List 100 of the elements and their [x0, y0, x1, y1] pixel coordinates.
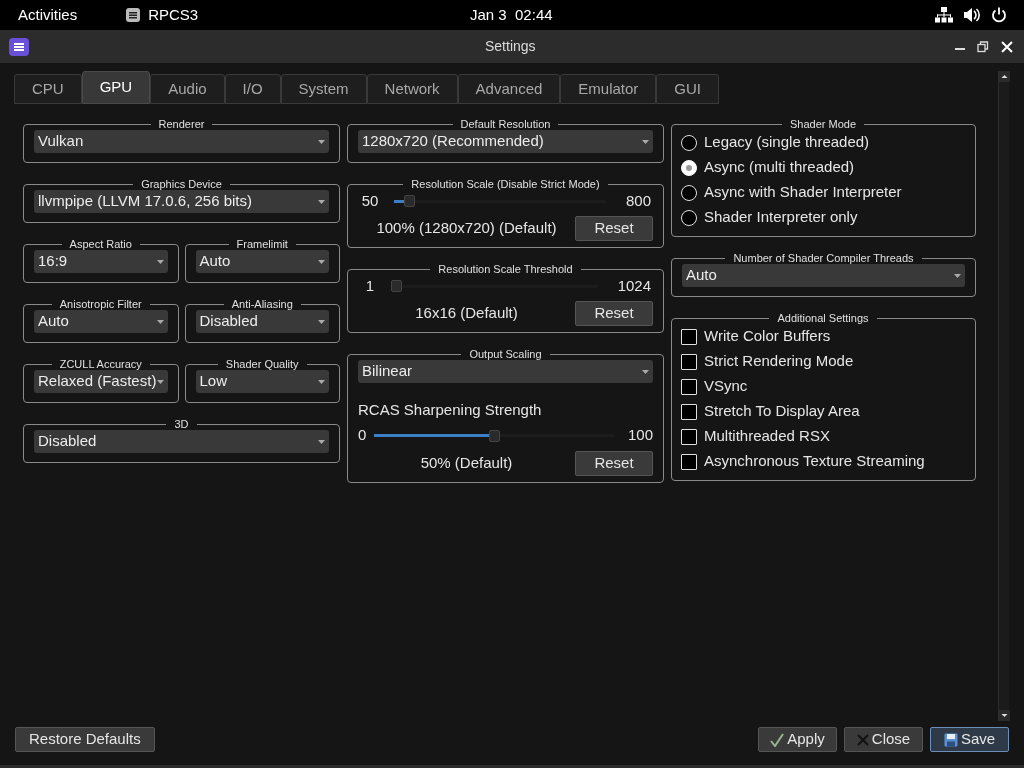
option-label[interactable]: Async with Shader Interpreter [704, 181, 902, 204]
checkbox[interactable] [681, 453, 697, 470]
group-title: Graphics Device [140, 178, 223, 190]
caret-icon [317, 378, 326, 385]
tab[interactable]: Advanced [457, 74, 561, 104]
apply-button[interactable]: Apply [758, 727, 837, 752]
dropdown[interactable]: 16:9 [34, 250, 168, 273]
option-label[interactable]: Stretch To Display Area [704, 400, 860, 423]
dropdown[interactable]: Auto [195, 250, 329, 273]
group-title: Framelimit [235, 238, 289, 250]
tab[interactable]: CPU [14, 74, 82, 104]
slider-label: RCAS Sharpening Strength [358, 400, 543, 420]
caret-icon [155, 258, 165, 265]
tab[interactable]: Network [366, 74, 458, 104]
close-icon [1001, 40, 1013, 53]
caret-icon [156, 378, 166, 385]
reset-button[interactable]: Reset [575, 301, 653, 326]
value-label: 50% (Default) [419, 452, 514, 473]
reset-button[interactable]: Reset [575, 450, 653, 476]
min-value: 0 [358, 425, 367, 446]
group-title: Output Scaling [468, 348, 543, 360]
option-label[interactable]: Strict Rendering Mode [704, 350, 854, 373]
network-icon [935, 7, 953, 23]
tab[interactable]: System [280, 74, 367, 104]
caret-icon [317, 258, 326, 265]
save-button[interactable]: Save [930, 727, 1009, 752]
max-value: 800 [625, 190, 651, 211]
dropdown[interactable]: Low [195, 370, 329, 393]
scroll-up-icon [999, 71, 1010, 82]
activities-button[interactable]: Activities [18, 3, 78, 27]
max-value: 100 [627, 425, 653, 446]
group-title: Shader Quality [224, 358, 300, 370]
option-label[interactable]: Asynchronous Texture Streaming [704, 450, 925, 473]
group-title: Resolution Scale Threshold [437, 263, 574, 275]
check-icon [770, 732, 785, 747]
min-value: 50 [360, 190, 380, 211]
radio-button[interactable] [681, 209, 697, 226]
group-title: Renderer [157, 118, 206, 130]
checkbox[interactable] [681, 428, 697, 445]
group-title: Default Resolution [459, 118, 552, 130]
app-logo-icon [9, 37, 29, 56]
option-label[interactable]: Shader Interpreter only [704, 206, 858, 229]
caret-icon [317, 438, 326, 445]
caret-icon [953, 272, 962, 279]
checkbox[interactable] [681, 378, 697, 395]
checkbox[interactable] [681, 403, 697, 420]
volume-icon [963, 7, 981, 23]
slider-thumb[interactable] [489, 429, 501, 442]
slider[interactable] [374, 429, 614, 442]
group-title: ZCULL Accuracy [58, 358, 143, 370]
slider-thumb[interactable] [403, 195, 415, 207]
checkbox[interactable] [681, 328, 697, 345]
value-label: 100% (1280x720) (Default) [375, 218, 558, 239]
option-label[interactable]: Write Color Buffers [704, 325, 831, 348]
dropdown[interactable]: Disabled [34, 430, 329, 453]
option-label[interactable]: Async (multi threaded) [704, 156, 855, 179]
group-title: Number of Shader Compiler Threads [732, 252, 915, 264]
dropdown[interactable]: Auto [34, 310, 168, 333]
minimize-icon [955, 47, 965, 50]
tab[interactable]: Audio [150, 74, 225, 104]
max-value: 1024 [617, 275, 651, 296]
caret-icon [641, 368, 650, 375]
dropdown[interactable]: Relaxed (Fastest) [34, 370, 168, 393]
group-title: Anti-Aliasing [230, 298, 294, 310]
option-label[interactable]: VSync [704, 375, 748, 398]
dropdown[interactable]: Bilinear [358, 360, 653, 383]
scroll-down-icon [999, 710, 1010, 721]
dropdown[interactable]: Disabled [195, 310, 329, 333]
app-icon [126, 8, 141, 22]
option-label[interactable]: Legacy (single threaded) [704, 131, 870, 154]
group-title: 3D [173, 418, 190, 430]
caret-icon [641, 138, 650, 145]
group-title: Aspect Ratio [68, 238, 133, 250]
tab[interactable]: I/O [224, 74, 281, 104]
dropdown[interactable]: Auto [682, 264, 965, 287]
tab[interactable]: GPU [81, 71, 151, 104]
reset-button[interactable]: Reset [575, 216, 653, 241]
dropdown[interactable]: Vulkan [34, 130, 329, 153]
power-icon [991, 7, 1007, 23]
clock[interactable]: Jan 3 02:44 [470, 3, 553, 27]
dropdown[interactable]: 1280x720 (Recommended) [358, 130, 653, 153]
group-title: Anisotropic Filter [58, 298, 143, 310]
restore-defaults-button[interactable]: Restore Defaults [15, 727, 155, 752]
app-menu[interactable]: RPCS3 [126, 3, 199, 27]
min-value: 1 [364, 275, 376, 296]
tab[interactable]: Emulator [560, 74, 657, 104]
slider[interactable] [394, 280, 598, 292]
close-button[interactable]: Close [844, 727, 923, 752]
group-title: Additional Settings [776, 312, 870, 324]
radio-button[interactable] [681, 134, 697, 151]
dropdown[interactable]: llvmpipe (LLVM 17.0.6, 256 bits) [34, 190, 329, 213]
tab[interactable]: GUI [656, 74, 720, 104]
restore-icon [977, 40, 989, 53]
slider-thumb[interactable] [391, 280, 403, 292]
slider[interactable] [394, 195, 606, 207]
option-label[interactable]: Multithreaded RSX [704, 425, 830, 448]
radio-button[interactable] [681, 184, 697, 201]
caret-icon [317, 198, 326, 205]
caret-icon [317, 138, 326, 145]
checkbox[interactable] [681, 353, 697, 370]
